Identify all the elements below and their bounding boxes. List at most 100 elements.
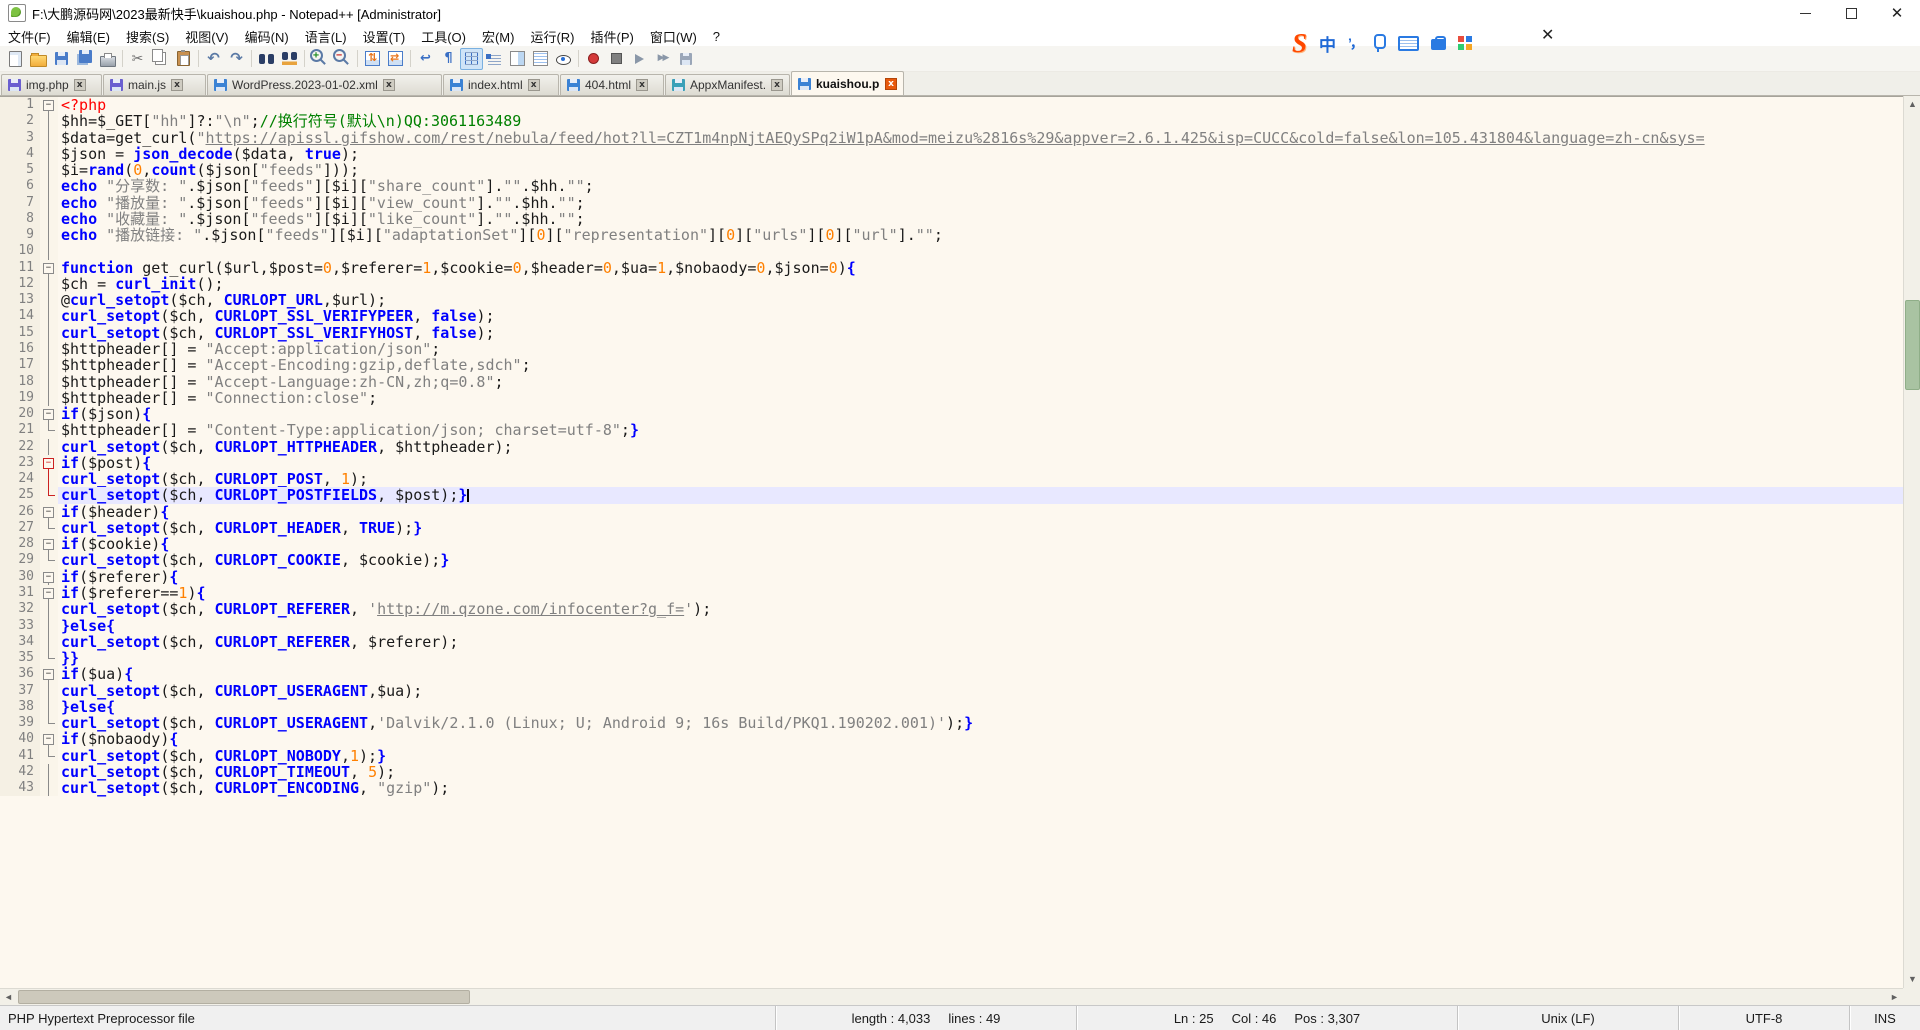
code-line[interactable]: 36if($ua){ xyxy=(0,666,1903,682)
fold-collapse-icon[interactable] xyxy=(40,260,58,276)
code-line[interactable]: 13@curl_setopt($ch, CURLOPT_URL,$url); xyxy=(0,292,1903,308)
show-indent-guide-button[interactable] xyxy=(460,48,483,70)
close-button[interactable]: ✕ xyxy=(1874,0,1920,26)
code-line[interactable]: 26if($header){ xyxy=(0,504,1903,520)
menu-item-3[interactable]: 搜索(S) xyxy=(118,26,177,46)
code-line[interactable]: 30if($referer){ xyxy=(0,569,1903,585)
ime-language-toggle[interactable]: 中 xyxy=(1319,31,1336,56)
save-all-button[interactable] xyxy=(73,48,96,70)
code-line[interactable]: 34curl_setopt($ch, CURLOPT_REFERER, $ref… xyxy=(0,634,1903,650)
menu-item-13[interactable]: ? xyxy=(705,26,728,46)
code-line[interactable]: 24curl_setopt($ch, CURLOPT_POST, 1); xyxy=(0,471,1903,487)
tab-404.html[interactable]: 404.htmlx xyxy=(560,74,664,95)
menu-item-8[interactable]: 工具(O) xyxy=(413,26,474,46)
menu-item-4[interactable]: 视图(V) xyxy=(177,26,236,46)
paste-button[interactable] xyxy=(172,48,195,70)
replace-button[interactable] xyxy=(278,48,301,70)
sogou-logo-icon[interactable]: S xyxy=(1292,30,1307,57)
code-line[interactable]: 33}else{ xyxy=(0,618,1903,634)
code-line[interactable]: 16$httpheader[] = "Accept:application/js… xyxy=(0,341,1903,357)
code-line[interactable]: 21$httpheader[] = "Content-Type:applicat… xyxy=(0,422,1903,438)
code-line[interactable]: 3$data=get_curl("https://apissl.gifshow.… xyxy=(0,130,1903,146)
code-line[interactable]: 2$hh=$_GET["hh"]?:"\n";//换行符号(默认\n)QQ:30… xyxy=(0,113,1903,129)
stop-recording-button[interactable] xyxy=(605,48,628,70)
open-file-button[interactable] xyxy=(27,48,50,70)
fold-collapse-icon[interactable] xyxy=(40,97,58,113)
code-line[interactable]: 14curl_setopt($ch, CURLOPT_SSL_VERIFYPEE… xyxy=(0,308,1903,324)
code-line[interactable]: 41curl_setopt($ch, CURLOPT_NOBODY,1);} xyxy=(0,748,1903,764)
code-line[interactable]: 19$httpheader[] = "Connection:close"; xyxy=(0,390,1903,406)
code-line[interactable]: 29curl_setopt($ch, CURLOPT_COOKIE, $cook… xyxy=(0,552,1903,568)
scroll-down-arrow[interactable]: ▼ xyxy=(1904,971,1920,988)
code-line[interactable]: 32curl_setopt($ch, CURLOPT_REFERER, 'htt… xyxy=(0,601,1903,617)
find-button[interactable] xyxy=(255,48,278,70)
keyboard-icon[interactable] xyxy=(1398,36,1419,51)
maximize-button[interactable] xyxy=(1828,0,1874,26)
run-macro-multiple-times-button[interactable]: ▶▶ xyxy=(651,48,674,70)
code-line[interactable]: 12$ch = curl_init(); xyxy=(0,276,1903,292)
code-line[interactable]: 6echo "分享数: ".$json["feeds"][$i]["share_… xyxy=(0,178,1903,194)
fold-collapse-icon[interactable] xyxy=(40,666,58,682)
menu-item-10[interactable]: 运行(R) xyxy=(522,26,582,46)
code-line[interactable]: 20if($json){ xyxy=(0,406,1903,422)
fold-collapse-icon[interactable] xyxy=(40,504,58,520)
horizontal-scrollbar-thumb[interactable] xyxy=(18,990,470,1004)
fold-collapse-icon[interactable] xyxy=(40,536,58,552)
code-editor[interactable]: 1<?php2$hh=$_GET["hh"]?:"\n";//换行符号(默认\n… xyxy=(0,96,1903,988)
code-line[interactable]: 25curl_setopt($ch, CURLOPT_POSTFIELDS, $… xyxy=(0,487,1903,503)
code-line[interactable]: 27curl_setopt($ch, CURLOPT_HEADER, TRUE)… xyxy=(0,520,1903,536)
code-line[interactable]: 4$json = json_decode($data, true); xyxy=(0,146,1903,162)
tab-close-icon[interactable]: x xyxy=(528,79,540,91)
code-line[interactable]: 5$i=rand(0,count($json["feeds"])); xyxy=(0,162,1903,178)
scroll-right-arrow[interactable]: ► xyxy=(1886,989,1903,1006)
function-list-button[interactable] xyxy=(483,48,506,70)
fold-collapse-icon[interactable] xyxy=(40,406,58,422)
word-wrap-button[interactable]: ↩ xyxy=(414,48,437,70)
new-file-button[interactable] xyxy=(4,48,27,70)
print-button[interactable] xyxy=(96,48,119,70)
code-line[interactable]: 9echo "播放链接: ".$json["feeds"][$i]["adapt… xyxy=(0,227,1903,243)
menu-item-5[interactable]: 编码(N) xyxy=(237,26,297,46)
sync-horizontal-scrolling-button[interactable] xyxy=(384,48,407,70)
menu-item-6[interactable]: 语言(L) xyxy=(297,26,355,46)
zoom-out-button[interactable] xyxy=(331,48,354,70)
monitoring-button[interactable] xyxy=(552,48,575,70)
vertical-scrollbar-thumb[interactable] xyxy=(1905,300,1920,390)
tab-close-icon[interactable]: x xyxy=(383,79,395,91)
zoom-in-button[interactable] xyxy=(308,48,331,70)
copy-button[interactable] xyxy=(149,48,172,70)
code-line[interactable]: 38}else{ xyxy=(0,699,1903,715)
tab-close-icon[interactable]: x xyxy=(171,79,183,91)
fold-collapse-icon[interactable] xyxy=(40,569,58,585)
code-line[interactable]: 28if($cookie){ xyxy=(0,536,1903,552)
code-line[interactable]: 39curl_setopt($ch, CURLOPT_USERAGENT,'Da… xyxy=(0,715,1903,731)
document-map-button[interactable] xyxy=(506,48,529,70)
save-file-button[interactable] xyxy=(50,48,73,70)
code-line[interactable]: 43curl_setopt($ch, CURLOPT_ENCODING, "gz… xyxy=(0,780,1903,796)
code-line[interactable]: 31if($referer==1){ xyxy=(0,585,1903,601)
tab-close-icon[interactable]: x xyxy=(885,78,897,90)
fold-collapse-icon[interactable] xyxy=(40,585,58,601)
tab-index.html[interactable]: index.htmlx xyxy=(443,74,559,95)
save-recorded-macro-button[interactable] xyxy=(674,48,697,70)
menu-item-9[interactable]: 宏(M) xyxy=(474,26,523,46)
tab-close-icon[interactable]: x xyxy=(771,79,783,91)
tab-close-icon[interactable]: x xyxy=(636,79,648,91)
menu-item-1[interactable]: 文件(F) xyxy=(0,26,59,46)
code-line[interactable]: 40if($nobaody){ xyxy=(0,731,1903,747)
ime-punctuation-toggle[interactable]: ’， xyxy=(1348,33,1362,53)
scroll-left-arrow[interactable]: ◄ xyxy=(0,989,17,1006)
cut-button[interactable]: ✂ xyxy=(126,48,149,70)
scroll-up-arrow[interactable]: ▲ xyxy=(1904,96,1920,113)
fold-collapse-icon[interactable] xyxy=(40,455,58,471)
toolbox-icon[interactable] xyxy=(1431,39,1446,50)
code-line[interactable]: 42curl_setopt($ch, CURLOPT_TIMEOUT, 5); xyxy=(0,764,1903,780)
code-line[interactable]: 18$httpheader[] = "Accept-Language:zh-CN… xyxy=(0,374,1903,390)
ime-close-icon[interactable]: ✕ xyxy=(1541,25,1554,45)
menu-item-2[interactable]: 编辑(E) xyxy=(59,26,118,46)
code-line[interactable]: 22curl_setopt($ch, CURLOPT_HTTPHEADER, $… xyxy=(0,439,1903,455)
tab-main.js[interactable]: main.jsx xyxy=(103,74,206,95)
code-line[interactable]: 1<?php xyxy=(0,97,1903,113)
grid-icon[interactable] xyxy=(1458,36,1472,50)
redo-button[interactable]: ↷ xyxy=(225,48,248,70)
